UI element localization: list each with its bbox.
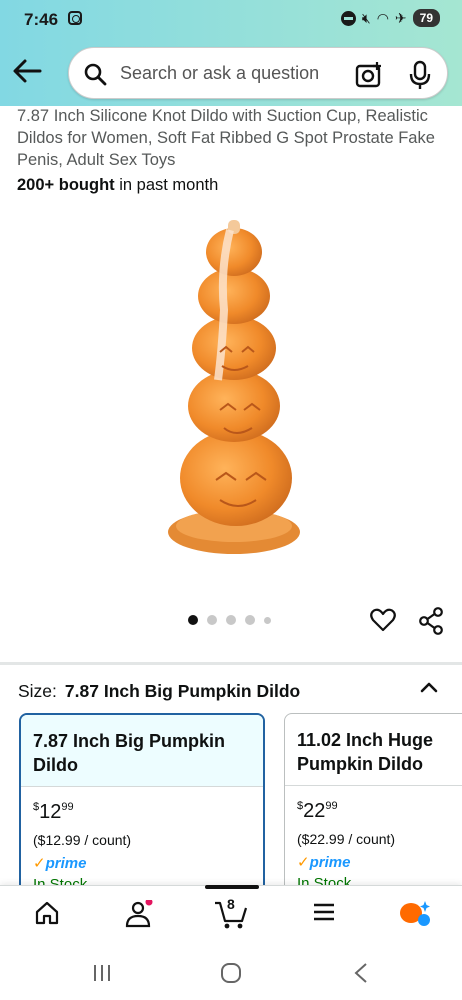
- active-tab-indicator: [205, 885, 259, 889]
- app-header: 7:46 🔇︎ ◠ ✈ 79 Search or ask a question: [0, 0, 462, 106]
- product-title[interactable]: 7.87 Inch Silicone Knot Dildo with Sucti…: [17, 105, 449, 171]
- back-arrow-icon[interactable]: [10, 56, 44, 86]
- bought-suffix: in past month: [114, 176, 219, 194]
- microphone-icon[interactable]: [409, 60, 431, 90]
- carousel-dot[interactable]: [264, 616, 271, 624]
- cart-count: 8: [227, 896, 235, 912]
- size-option-unit-price: ($22.99 / count): [297, 831, 396, 847]
- size-option-card[interactable]: 7.87 Inch Big Pumpkin Dildo $1299 ($12.9…: [19, 713, 265, 903]
- carousel-dot[interactable]: [245, 615, 255, 625]
- camera-search-icon[interactable]: [355, 61, 383, 89]
- prime-badge: ✓prime: [33, 855, 87, 872]
- search-icon: [84, 63, 107, 86]
- status-time: 7:46: [24, 10, 59, 29]
- search-input[interactable]: Search or ask a question: [120, 63, 319, 84]
- image-carousel-dots[interactable]: [188, 615, 271, 625]
- system-navigation-bar: [0, 947, 462, 1000]
- size-option-name: 7.87 Inch Big Pumpkin Dildo: [21, 715, 263, 787]
- prime-check-icon: ✓: [33, 855, 46, 872]
- size-option-price: $1299: [33, 801, 74, 823]
- share-icon[interactable]: [418, 607, 444, 635]
- menu-icon[interactable]: [312, 900, 336, 924]
- home-button-icon[interactable]: [220, 962, 242, 984]
- carousel-dot[interactable]: [207, 615, 217, 625]
- size-option-card[interactable]: 11.02 Inch Huge Pumpkin Dildo $2299 ($22…: [284, 713, 462, 903]
- airplane-icon: ✈: [394, 9, 407, 26]
- instagram-icon: [68, 11, 82, 25]
- section-divider: [0, 662, 462, 665]
- back-button-icon[interactable]: [352, 962, 370, 984]
- size-option-unit-price: ($12.99 / count): [33, 832, 132, 848]
- status-bar: 7:46 🔇︎ ◠ ✈ 79: [0, 0, 462, 38]
- home-icon[interactable]: [34, 900, 60, 926]
- carousel-dot[interactable]: [226, 615, 236, 625]
- prime-check-icon: ✓: [297, 854, 310, 871]
- search-bar[interactable]: Search or ask a question: [68, 47, 448, 99]
- rufus-assistant-icon[interactable]: [399, 898, 433, 928]
- bought-info: 200+ bought in past month: [17, 176, 218, 195]
- do-not-disturb-icon: [340, 10, 356, 26]
- size-selected-value: 7.87 Inch Big Pumpkin Dildo: [64, 681, 301, 701]
- battery-indicator: 79: [412, 9, 440, 27]
- carousel-dot[interactable]: [188, 615, 198, 625]
- heart-icon[interactable]: [370, 607, 396, 633]
- recent-apps-icon[interactable]: [92, 963, 112, 983]
- size-option-price: $2299: [297, 800, 338, 822]
- account-icon[interactable]: [125, 900, 153, 928]
- prime-badge: ✓prime: [297, 854, 351, 871]
- wifi-icon: ◠: [376, 9, 389, 26]
- bought-count: 200+ bought: [17, 176, 115, 194]
- mute-icon: 🔇︎: [361, 9, 371, 26]
- size-selector-header[interactable]: Size: 7.87 Inch Big Pumpkin Dildo: [18, 681, 300, 702]
- size-label: Size:: [18, 681, 57, 701]
- chevron-up-icon[interactable]: [418, 676, 440, 698]
- product-image[interactable]: [150, 210, 310, 570]
- size-option-name: 11.02 Inch Huge Pumpkin Dildo: [285, 714, 462, 786]
